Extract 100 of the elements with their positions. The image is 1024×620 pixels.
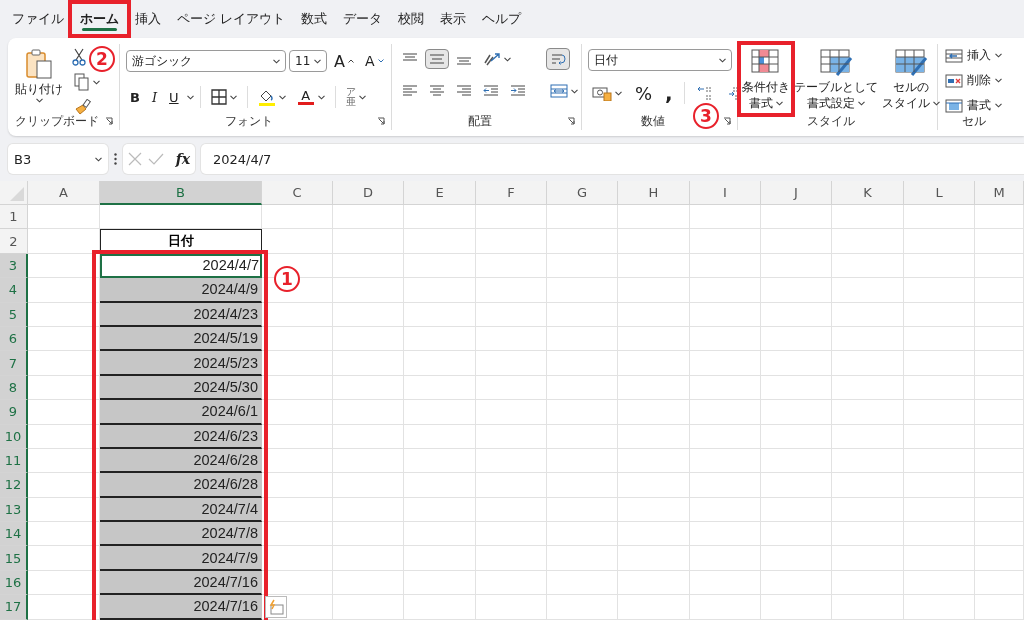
more-options-icon[interactable]: [114, 153, 117, 165]
row-header[interactable]: 7: [0, 351, 28, 376]
grid-cell: [262, 205, 333, 230]
comma-style-button[interactable]: ,: [661, 82, 677, 104]
grid-cell: [262, 448, 333, 474]
grid-cell: [975, 522, 1024, 547]
column-header[interactable]: D: [333, 181, 404, 205]
paste-button[interactable]: 貼り付け: [14, 44, 64, 112]
column-header[interactable]: I: [690, 181, 761, 205]
cancel-icon[interactable]: [128, 152, 142, 166]
grid-cell: [618, 473, 690, 498]
insert-function-button[interactable]: fx: [175, 151, 190, 167]
column-header[interactable]: E: [404, 181, 476, 205]
column-header[interactable]: A: [28, 181, 100, 205]
row-header[interactable]: 16: [0, 570, 28, 596]
table-cell: 2024/7/16: [100, 595, 262, 620]
column-header[interactable]: G: [547, 181, 618, 205]
column-header[interactable]: H: [618, 181, 690, 205]
group-label: 配置: [467, 112, 492, 130]
check-icon[interactable]: [148, 153, 164, 165]
row-header[interactable]: 10: [0, 424, 28, 449]
grid-cell: [333, 570, 404, 596]
column-header[interactable]: K: [832, 181, 904, 205]
grid-cell: [476, 302, 547, 327]
row-header[interactable]: 13: [0, 497, 28, 523]
align-icon: [402, 84, 418, 98]
align-icon: [456, 84, 472, 98]
formula-input[interactable]: 2024/4/7: [201, 144, 1024, 174]
column-header[interactable]: F: [476, 181, 547, 205]
grid-cell: [904, 473, 975, 498]
cells-command-button[interactable]: 挿入: [941, 44, 1006, 67]
percent-button[interactable]: %: [631, 79, 657, 107]
grid-cell: [690, 302, 761, 327]
style-gallery-button[interactable]: セルの スタイル: [881, 44, 941, 114]
row-header[interactable]: 3: [0, 253, 28, 279]
grid-cell: [476, 448, 547, 474]
row-header[interactable]: 15: [0, 546, 28, 571]
cells-command-button[interactable]: 削除: [941, 69, 1006, 92]
font-size-dropdown[interactable]: 11: [289, 50, 327, 72]
font-name-dropdown[interactable]: 游ゴシック: [126, 50, 286, 72]
grid-cell: [404, 302, 476, 327]
menu-tab[interactable]: ファイル: [4, 4, 72, 34]
name-box[interactable]: B3: [8, 144, 108, 174]
phonetic-button[interactable]: ア 亜: [341, 84, 370, 110]
grid-cell: [690, 448, 761, 474]
row-header[interactable]: 8: [0, 375, 28, 401]
column-header[interactable]: C: [262, 181, 333, 205]
row-header[interactable]: 6: [0, 326, 28, 352]
menu-tab[interactable]: ページ レイアウト: [169, 4, 294, 34]
number-format-dropdown[interactable]: 日付: [588, 49, 732, 71]
dialog-launcher-icon[interactable]: [377, 117, 385, 125]
vertical-align-button[interactable]: [425, 49, 449, 69]
row-header[interactable]: 12: [0, 473, 28, 498]
grid-cell: [832, 326, 904, 352]
grid-cell: [761, 400, 832, 425]
row-header[interactable]: 14: [0, 522, 28, 547]
column-header[interactable]: M: [975, 181, 1024, 205]
bold-button[interactable]: B: [126, 86, 144, 108]
grid-cell: [404, 375, 476, 401]
grid-cell: [761, 229, 832, 254]
menu-tab[interactable]: 校閲: [390, 4, 433, 34]
grid-cell: [975, 546, 1024, 571]
grow-font-button[interactable]: A: [330, 48, 358, 74]
shrink-font-button[interactable]: A: [360, 50, 388, 72]
grid-cell: [832, 546, 904, 571]
row-header[interactable]: 2: [0, 229, 28, 254]
row-header[interactable]: 5: [0, 302, 28, 327]
column-header[interactable]: L: [904, 181, 975, 205]
style-gallery-button[interactable]: テーブルとして 書式設定: [793, 44, 879, 114]
quick-analysis-icon[interactable]: [265, 596, 287, 619]
grid-cell: [904, 448, 975, 474]
grid-cell: [404, 522, 476, 547]
wrap-text-button[interactable]: [546, 48, 570, 70]
dialog-launcher-icon[interactable]: [723, 117, 731, 125]
underline-button[interactable]: U: [165, 86, 183, 108]
menu-tab[interactable]: データ: [335, 4, 391, 34]
menu-tab[interactable]: 数式: [293, 4, 336, 34]
row-header[interactable]: 1: [0, 205, 28, 230]
style-gallery-button[interactable]: 条件付き 書式: [741, 44, 791, 114]
grid-cell: [404, 205, 476, 230]
italic-button[interactable]: I: [147, 86, 162, 108]
grid-cell: [904, 497, 975, 523]
grid-cell: [690, 595, 761, 620]
dialog-launcher-icon[interactable]: [567, 117, 575, 125]
grid-cell: [832, 522, 904, 547]
row-header[interactable]: 17: [0, 595, 28, 620]
row-header[interactable]: 4: [0, 278, 28, 303]
menu-tab[interactable]: ホーム: [72, 4, 127, 34]
dialog-launcher-icon[interactable]: [105, 117, 113, 125]
menu-tab[interactable]: 挿入: [127, 4, 169, 34]
font-color-button[interactable]: A: [293, 86, 329, 108]
row-header[interactable]: 11: [0, 448, 28, 474]
grid-cell: [618, 522, 690, 547]
column-header[interactable]: J: [761, 181, 832, 205]
format-cells-icon: [945, 98, 963, 113]
cut-button[interactable]: [70, 46, 88, 68]
row-header[interactable]: 9: [0, 400, 28, 425]
column-header[interactable]: B: [100, 181, 262, 205]
menu-tab[interactable]: 表示: [432, 4, 475, 34]
menu-tab[interactable]: ヘルプ: [474, 4, 530, 34]
